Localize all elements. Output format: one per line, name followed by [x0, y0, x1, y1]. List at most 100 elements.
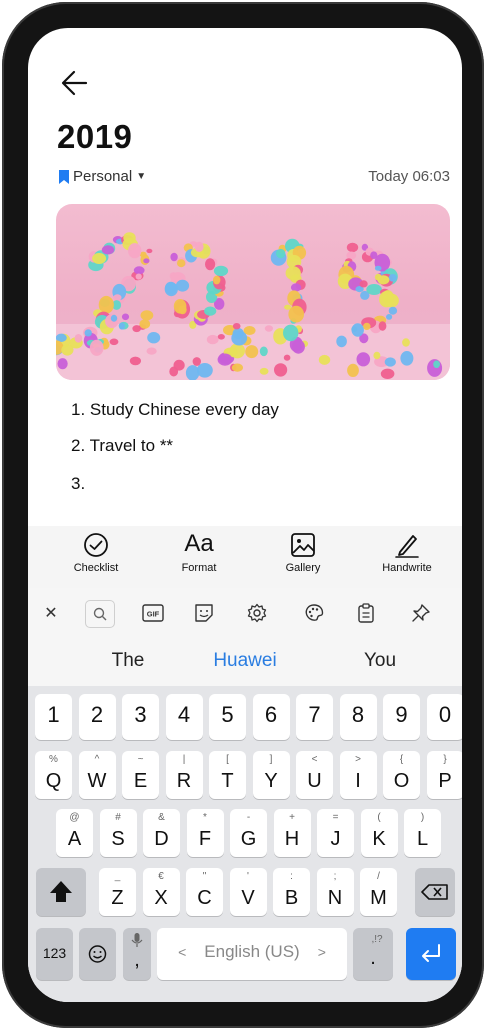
keyboard-toolbar: ✕ GIF — [28, 588, 462, 639]
note-title[interactable]: 2019 — [57, 118, 132, 156]
letter-key[interactable]: # S — [99, 809, 137, 857]
letter-key[interactable]: € X — [142, 868, 180, 916]
shift-key[interactable] — [36, 868, 86, 916]
comma-key[interactable]: , — [123, 928, 151, 980]
number-key[interactable]: 2 — [78, 694, 116, 740]
editing-toolbar: Checklist Aa Format Gallery Handwrite — [28, 526, 462, 588]
enter-key[interactable] — [406, 928, 456, 980]
key-symbol: > — [355, 754, 361, 765]
number-key[interactable]: 6 — [252, 694, 290, 740]
number-key[interactable]: 1 — [35, 694, 72, 740]
letter-key[interactable]: } P — [426, 751, 462, 799]
letter-key[interactable]: + H — [273, 809, 311, 857]
letter-key[interactable]: {O — [383, 751, 420, 799]
space-label: English (US) — [204, 942, 300, 961]
key-symbol: _ — [114, 871, 121, 882]
number-key[interactable]: 3 — [122, 694, 159, 740]
number-key[interactable]: 0 — [426, 694, 462, 740]
gif-icon[interactable]: GIF — [140, 600, 166, 626]
handwrite-button[interactable]: Handwrite — [367, 530, 447, 574]
svg-text:GIF: GIF — [147, 610, 160, 619]
space-key[interactable]: < English (US) > — [157, 928, 347, 980]
pin-icon[interactable] — [408, 600, 434, 626]
key-symbol: ( — [377, 812, 381, 823]
key-symbol: ~ — [137, 754, 144, 765]
key-label: H — [284, 828, 300, 850]
key-label: Q — [45, 770, 62, 792]
back-arrow-icon[interactable] — [58, 66, 92, 100]
backspace-key[interactable] — [415, 868, 455, 916]
suggestion-word[interactable]: The — [68, 650, 188, 672]
letter-key[interactable]: @ A — [56, 809, 93, 857]
gallery-button[interactable]: Gallery — [263, 530, 343, 574]
letter-key[interactable]: ] Y — [252, 751, 290, 799]
letter-key[interactable]: ) L — [404, 809, 441, 857]
suggestion-word[interactable]: You — [320, 650, 440, 672]
note-image[interactable] — [56, 204, 450, 380]
check-circle-icon — [84, 533, 108, 557]
letter-key[interactable]: " C — [186, 868, 223, 916]
clipboard-icon[interactable] — [353, 600, 379, 626]
key-symbol: ^ — [94, 754, 100, 765]
key-label: B — [284, 887, 299, 909]
enter-icon — [422, 944, 440, 962]
letter-key[interactable]: | R — [165, 751, 203, 799]
gear-icon[interactable] — [244, 600, 270, 626]
letter-key[interactable]: * F — [186, 809, 224, 857]
screen: 2019 Personal ▼ Today 06:03 1. Study Chi… — [28, 28, 462, 1002]
list-item[interactable]: 2. Travel to ** — [71, 436, 173, 456]
letter-key[interactable]: (K — [360, 809, 398, 857]
letter-key[interactable]: > I — [339, 751, 377, 799]
letter-key[interactable]: & D — [143, 809, 180, 857]
period-key[interactable]: ,!?. — [353, 928, 393, 980]
close-icon[interactable]: ✕ — [38, 600, 64, 626]
letter-key[interactable]: % Q — [35, 751, 72, 799]
list-item[interactable]: 3. — [71, 474, 85, 494]
key-label: N — [327, 887, 343, 909]
key-label: 4 — [177, 702, 191, 727]
number-key[interactable]: 5 — [209, 694, 246, 740]
key-symbol: { — [399, 754, 404, 765]
letter-key[interactable]: < U — [296, 751, 333, 799]
key-label: 7 — [308, 702, 321, 727]
key-symbol: # — [115, 812, 121, 823]
key-label: M — [370, 887, 387, 909]
key-label: Y — [264, 770, 278, 792]
letter-key[interactable]: [T — [209, 751, 246, 799]
letter-key[interactable]: :B — [273, 868, 310, 916]
letter-key[interactable]: ~ E — [122, 751, 159, 799]
folder-selector[interactable]: Personal ▼ — [59, 168, 146, 185]
key-label: P — [438, 770, 452, 792]
space-left-chevron: < — [178, 944, 187, 960]
letter-key[interactable]: ^ W — [78, 751, 116, 799]
number-key[interactable]: 8 — [339, 694, 377, 740]
palette-icon[interactable] — [301, 600, 327, 626]
search-icon[interactable] — [85, 600, 115, 628]
key-symbol: [ — [226, 754, 229, 765]
letter-key[interactable]: _ Z — [99, 868, 136, 916]
letter-key[interactable]: / M — [360, 868, 397, 916]
checklist-button[interactable]: Checklist — [56, 530, 136, 574]
key-label: E — [133, 770, 148, 792]
letter-key[interactable]: = J — [317, 809, 354, 857]
smiley-icon — [88, 945, 107, 963]
number-key[interactable]: 7 — [296, 694, 333, 740]
list-item[interactable]: 1. Study Chinese every day — [71, 400, 279, 420]
format-button[interactable]: Aa Format — [159, 530, 239, 574]
number-key[interactable]: 9 — [383, 694, 420, 740]
letter-key[interactable]: ; N — [316, 868, 354, 916]
checklist-label: Checklist — [73, 562, 119, 574]
letter-key[interactable]: -G — [230, 809, 267, 857]
number-key[interactable]: 4 — [165, 694, 203, 740]
note-timestamp: Today 06:03 — [368, 168, 450, 185]
key-symbol: * — [203, 812, 207, 823]
emoji-key[interactable] — [79, 928, 116, 980]
suggestion-word[interactable]: Huawei — [185, 650, 305, 672]
numbers-key[interactable]: 123 — [36, 928, 73, 980]
letter-key[interactable]: ' V — [229, 868, 267, 916]
key-label: A — [67, 828, 82, 850]
key-symbol: ,!? — [371, 934, 383, 945]
key-label: U — [307, 770, 322, 792]
format-aa-icon: Aa — [184, 530, 214, 557]
sticker-icon[interactable] — [191, 600, 217, 626]
